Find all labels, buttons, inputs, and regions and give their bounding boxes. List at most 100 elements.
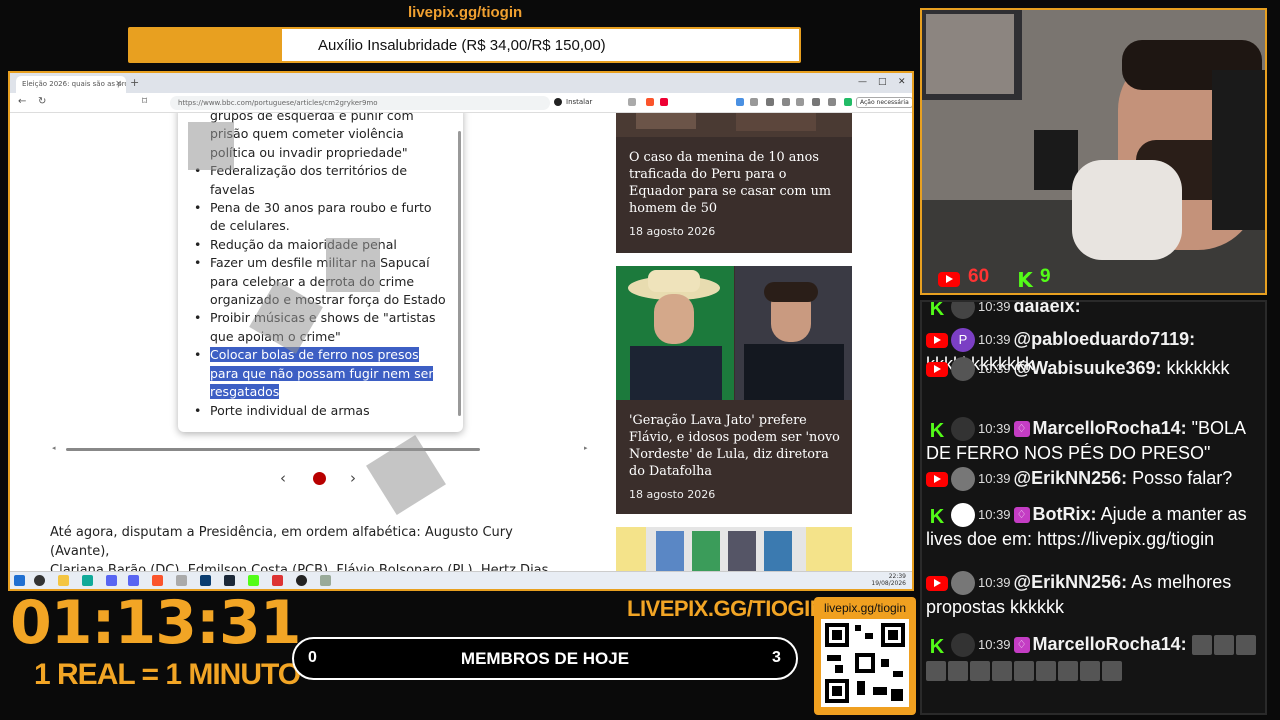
prev-slide-button[interactable]: ‹ [280,469,286,487]
close-window-icon[interactable]: ✕ [898,77,906,87]
app-icon[interactable] [320,575,331,586]
folder-icon[interactable] [58,575,69,586]
extension-icon[interactable] [812,98,820,106]
photoshop-icon[interactable] [200,575,211,586]
news-card[interactable]: 'Geração Lava Jato' prefere Flávio, e id… [616,266,852,514]
qr-label: livepix.gg/tiogin [823,601,907,615]
proposal-line: Proibir músicas e shows de "artistas [192,309,452,328]
chat-message: K 10:39 ♢ BotRix: Ajude a manter as lives d… [926,502,1265,551]
extension-icon[interactable] [766,98,774,106]
proposal-line: que apoiam o crime" [210,328,341,344]
card-title[interactable]: O caso da menina de 10 anos traficada do… [629,149,831,217]
avatar [951,571,975,596]
emote-icon [970,660,990,681]
minimize-icon[interactable]: — [858,77,867,87]
qr-pattern [825,623,905,703]
tab-bar: Eleição 2026: quais são as propo... ✕ + … [10,73,912,93]
box-scrollbar[interactable] [458,131,461,416]
kick-viewer-count: 9 [1040,266,1051,287]
horizontal-scrollbar[interactable]: ◂ ▸ [52,444,592,452]
chat-panel: K 10:39 dalaeix: P 10:39 @pabloeduardo7119: … [920,300,1267,715]
proposal-line: favelas [210,181,255,197]
goal-progress-bar: Auxílio Insalubridade (R$ 34,00/R$ 150,0… [128,27,801,63]
emote-icon [1235,635,1256,656]
warning-icon[interactable] [660,98,668,106]
obs-icon[interactable] [296,575,307,586]
discord-icon[interactable] [128,575,139,586]
rate-label: 1 REAL = 1 MINUTO [34,658,301,691]
address-toolbar: ← ↻ ⌑ https://www.bbc.com/portuguese/art… [10,93,912,113]
emote-icon [1080,660,1100,681]
kick-icon: K [929,420,945,443]
new-tab-icon[interactable]: + [130,76,139,89]
app-icon[interactable] [82,575,93,586]
chat-timestamp: 10:39 [978,361,1011,377]
url-field[interactable]: https://www.bbc.com/portuguese/articles/… [170,96,550,110]
paragraph-line: Até agora, disputam a Presidência, em or… [50,525,513,559]
news-card[interactable] [616,527,852,571]
card-image [616,266,852,400]
scroll-left-icon[interactable]: ◂ [52,444,56,452]
kick-icon[interactable] [248,575,259,586]
brave-icon[interactable] [152,575,163,586]
app-icon[interactable] [176,575,187,586]
action-needed-button[interactable]: Ação necessária [856,97,912,108]
windows-taskbar: 22:39 19/08/2026 [10,571,912,589]
members-count: 3 [772,649,781,666]
close-tab-icon[interactable]: ✕ [115,79,122,88]
reload-icon[interactable]: ↻ [38,96,46,107]
next-slide-button[interactable]: › [350,469,356,487]
qr-code [821,619,909,707]
chat-timestamp: 10:39 [978,421,1011,437]
discord-icon[interactable] [106,575,117,586]
card-image [616,527,852,571]
brave-shield-icon[interactable] [646,98,654,106]
emote-icon [1058,660,1078,681]
reader-icon[interactable] [628,98,636,106]
news-card[interactable]: O caso da menina de 10 anos traficada do… [616,113,852,253]
proposal-line: de celulares. [210,218,290,234]
chat-timestamp: 10:39 [978,471,1011,487]
chat-username: dalaeix: [1013,300,1081,316]
steam-icon[interactable] [224,575,235,586]
back-icon[interactable]: ← [18,96,26,107]
chat-timestamp: 10:39 [978,637,1011,653]
card-title[interactable]: 'Geração Lava Jato' prefere Flávio, e id… [629,412,840,480]
members-label: MEMBROS DE HOJE [460,649,630,668]
extension-icon[interactable] [750,98,758,106]
extension-icon[interactable] [828,98,836,106]
scroll-right-icon[interactable]: ▸ [584,444,588,452]
youtube-viewer-count: 60 [968,266,990,287]
start-icon[interactable] [14,575,25,586]
contrast-icon[interactable] [554,98,562,106]
avatar [951,633,975,658]
browser-window: Eleição 2026: quais são as propo... ✕ + … [8,71,914,591]
kick-icon: K [929,636,945,659]
kick-icon: K [929,506,945,529]
chat-timestamp: 10:39 [978,300,1011,315]
kick-icon: K [1017,268,1033,292]
active-slide-dot[interactable] [313,472,326,485]
proposal-line: Fazer um desfile militar na Sapucaí [192,254,452,273]
livepix-link-text: LIVEPIX.GG/TIOGIN [627,596,826,621]
search-icon[interactable] [34,575,45,586]
install-button[interactable]: Instalar [566,98,592,106]
browser-tab[interactable]: Eleição 2026: quais são as propo... ✕ [16,76,126,93]
emote-icon [1191,635,1212,656]
extension-icon[interactable] [796,98,804,106]
sub-badge-icon: ♢ [1013,637,1030,654]
kick-icon: K [929,300,945,321]
youtube-icon [926,332,948,348]
youtube-icon [926,575,948,591]
emote-icon [1213,635,1234,656]
extension-icon[interactable] [782,98,790,106]
extension-icon[interactable] [736,98,744,106]
app-icon[interactable] [272,575,283,586]
goal-url: livepix.gg/tiogin [408,4,523,21]
bookmark-icon[interactable]: ⌑ [142,96,147,107]
extension-icon[interactable] [844,98,852,106]
avatar: P [951,328,975,353]
stream-overlay: livepix.gg/tiogin Auxílio Insalubridade … [0,0,1280,720]
proposal-line: Pena de 30 anos para roubo e furto [192,199,452,218]
maximize-icon[interactable]: □ [878,77,887,87]
